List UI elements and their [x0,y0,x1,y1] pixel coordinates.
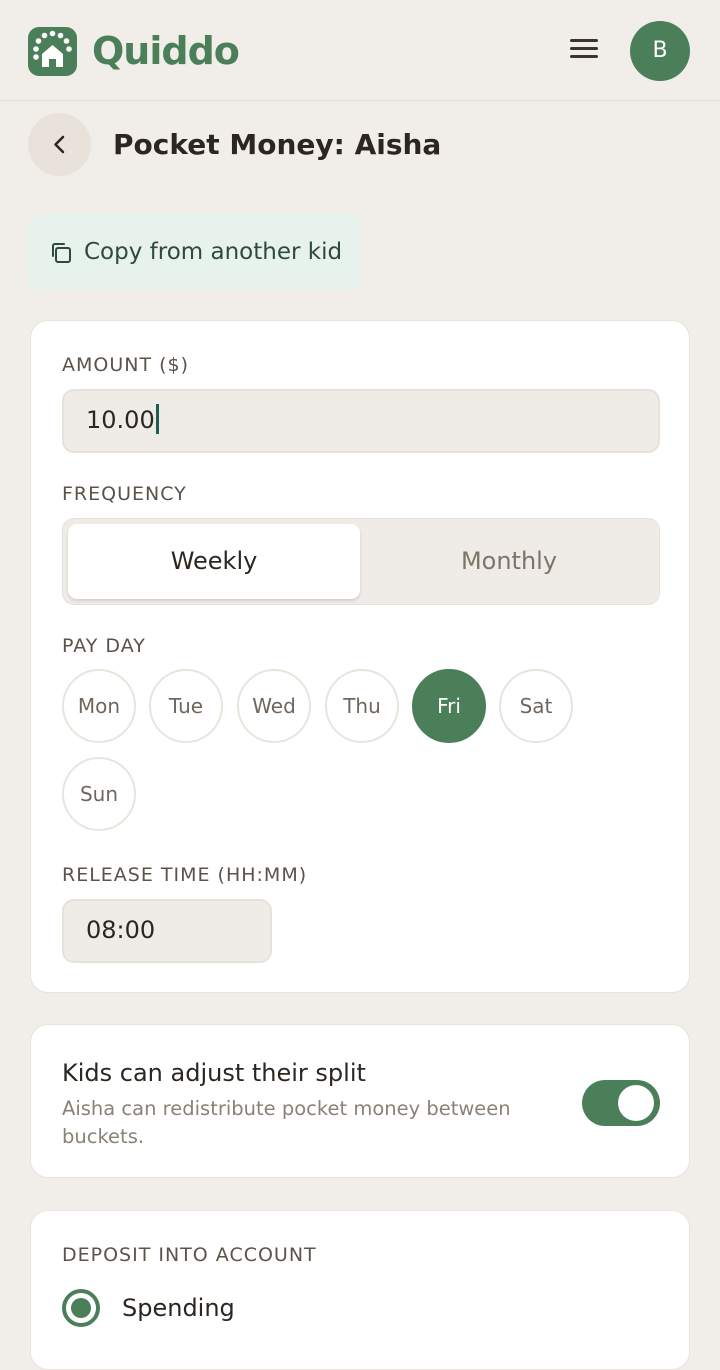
frequency-option-monthly[interactable]: Monthly [363,524,655,599]
split-toggle-description: Aisha can redistribute pocket money betw… [62,1097,511,1148]
page-title: Pocket Money: Aisha [113,128,442,161]
radio-spending-label[interactable]: Spending [122,1292,235,1324]
hamburger-menu-icon[interactable] [566,36,602,66]
chevron-left-icon [54,135,65,154]
day-thu[interactable]: Thu [325,669,399,743]
copy-button-label: Copy from another kid [84,239,343,265]
frequency-label: FREQUENCY [62,483,187,505]
day-fri[interactable]: Fri [412,669,486,743]
radio-selected-dot [71,1298,91,1318]
copy-from-another-kid-button[interactable]: Copy from another kid [28,214,361,290]
brand-name[interactable]: Quiddo [92,26,240,76]
day-wed[interactable]: Wed [237,669,311,743]
amount-value: 10.00 [86,406,155,434]
back-button[interactable] [28,113,91,176]
amount-input[interactable]: 10.00 [62,389,660,453]
pocket-money-settings-card: AMOUNT ($) 10.00 FREQUENCY Weekly Monthl… [30,320,690,993]
release-time-label: RELEASE TIME (HH:MM) [62,864,308,886]
day-mon[interactable]: Mon [62,669,136,743]
quiddo-logo-icon[interactable] [28,27,77,76]
top-bar: Quiddo B [0,0,720,101]
user-avatar[interactable]: B [630,21,690,81]
copy-icon [52,243,71,263]
text-cursor [155,404,159,434]
amount-label: AMOUNT ($) [62,354,190,376]
split-toggle-switch[interactable] [582,1080,660,1126]
frequency-selector: Weekly Monthly [62,518,660,605]
day-tue[interactable]: Tue [149,669,223,743]
deposit-account-label: DEPOSIT INTO ACCOUNT [62,1244,317,1266]
radio-spending[interactable] [62,1289,100,1327]
split-setting-card: Kids can adjust their split Aisha can re… [30,1024,690,1178]
deposit-account-card: DEPOSIT INTO ACCOUNT Spending [30,1210,690,1370]
frequency-option-weekly[interactable]: Weekly [68,524,360,599]
day-sat[interactable]: Sat [499,669,573,743]
split-toggle-title: Kids can adjust their split [62,1059,366,1087]
toggle-knob [618,1085,654,1121]
pay-day-label: PAY DAY [62,635,146,657]
release-time-input[interactable]: 08:00 [62,899,272,963]
day-sun[interactable]: Sun [62,757,136,831]
